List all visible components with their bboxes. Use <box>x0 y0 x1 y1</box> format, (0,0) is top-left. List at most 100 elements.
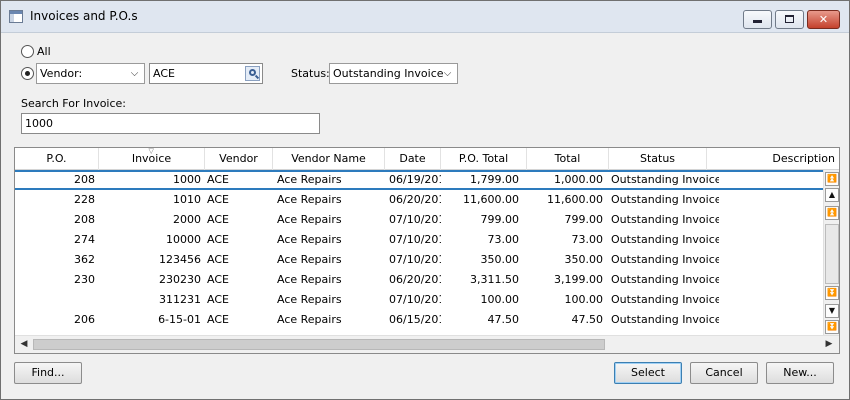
minimize-button[interactable] <box>743 10 772 29</box>
vendor-input-value: ACE <box>153 67 175 80</box>
cell-vendor: ACE <box>207 253 229 266</box>
cell-vendor-name: Ace Repairs <box>277 293 342 306</box>
scroll-right-icon[interactable]: ▶ <box>822 338 836 351</box>
new-button[interactable]: New... <box>766 362 834 384</box>
cell-date: 07/10/201 <box>389 213 441 226</box>
status-dropdown[interactable]: Outstanding Invoice ⌵ <box>329 63 458 84</box>
table-row[interactable]: 230 230230 ACE Ace Repairs 06/20/201 3,3… <box>15 270 823 290</box>
cell-vendor-name: Ace Repairs <box>277 273 342 286</box>
cell-po: 362 <box>74 253 95 266</box>
cell-po: 230 <box>74 273 95 286</box>
cell-invoice: 10000 <box>166 233 201 246</box>
scroll-left-icon[interactable]: ◀ <box>17 338 31 351</box>
column-header-date[interactable]: Date <box>385 148 441 170</box>
cell-invoice: 1000 <box>173 173 201 186</box>
vendor-mode-dropdown[interactable]: Vendor: ⌵ <box>36 63 145 84</box>
cell-vendor-name: Ace Repairs <box>277 233 342 246</box>
cell-total: 350.00 <box>564 253 604 266</box>
cell-po: 206 <box>74 313 95 326</box>
column-header-vendor-name[interactable]: Vendor Name <box>273 148 385 170</box>
scroll-up-button[interactable]: ▲ <box>825 188 839 202</box>
vendor-lookup-button[interactable] <box>245 66 260 81</box>
cell-po-total: 3,311.50 <box>470 273 519 286</box>
cell-po <box>15 290 99 310</box>
select-button[interactable]: Select <box>614 362 682 384</box>
cell-date: 06/19/201 <box>389 173 441 186</box>
chevron-down-icon: ⌵ <box>443 68 452 79</box>
cell-total: 3,199.00 <box>554 273 603 286</box>
cell-vendor-name: Ace Repairs <box>277 173 342 186</box>
table-row[interactable]: 208 1000 ACE Ace Repairs 06/19/201 1,799… <box>15 170 823 190</box>
cell-description <box>719 190 823 210</box>
cell-invoice: 230230 <box>159 273 201 286</box>
find-button[interactable]: Find... <box>14 362 82 384</box>
table-row[interactable]: 208 2000 ACE Ace Repairs 07/10/201 799.0… <box>15 210 823 230</box>
invoice-grid[interactable]: P.O. ▽ Invoice Vendor Vendor Name Date P… <box>14 147 840 354</box>
table-row[interactable]: 274 10000 ACE Ace Repairs 07/10/201 73.0… <box>15 230 823 250</box>
scroll-page-down-button[interactable]: ⏬ <box>825 286 839 300</box>
column-header-vendor[interactable]: Vendor <box>205 148 273 170</box>
maximize-button[interactable] <box>775 10 804 29</box>
cell-po-total: 47.50 <box>487 313 520 326</box>
column-header-description[interactable]: Description <box>707 148 839 170</box>
column-header-status[interactable]: Status <box>609 148 707 170</box>
table-row[interactable]: 206 6-15-01 ACE Ace Repairs 06/15/201 47… <box>15 310 823 330</box>
status-label: Status: <box>291 67 330 80</box>
all-label: All <box>37 45 51 58</box>
horizontal-scrollbar[interactable]: ◀ ▶ <box>15 335 839 353</box>
cell-po-total: 100.00 <box>480 293 520 306</box>
cell-po-total: 1,799.00 <box>470 173 519 186</box>
cell-vendor-name: Ace Repairs <box>277 253 342 266</box>
cell-po-total: 350.00 <box>480 253 520 266</box>
cancel-button[interactable]: Cancel <box>690 362 758 384</box>
cell-vendor: ACE <box>207 273 229 286</box>
cell-invoice: 6-15-01 <box>158 313 201 326</box>
cell-vendor-name: Ace Repairs <box>277 193 342 206</box>
vendor-radio[interactable] <box>21 67 34 80</box>
vendor-input[interactable]: ACE <box>149 63 263 84</box>
cell-total: 73.00 <box>571 233 604 246</box>
cell-date: 06/20/201 <box>389 193 441 206</box>
cell-po: 208 <box>74 213 95 226</box>
cell-date: 07/10/201 <box>389 253 441 266</box>
horizontal-scroll-thumb[interactable] <box>33 339 605 350</box>
search-invoice-input[interactable]: 1000 <box>21 113 320 134</box>
cell-status: Outstanding Invoice <box>611 233 719 246</box>
sort-descending-icon: ▽ <box>148 148 154 155</box>
cell-status: Outstanding Invoice <box>611 293 719 306</box>
close-button[interactable]: ✕ <box>807 10 840 29</box>
title-bar[interactable]: Invoices and P.O.s ✕ <box>1 1 849 33</box>
scroll-down-button[interactable]: ▼ <box>825 304 839 318</box>
cell-invoice: 2000 <box>173 213 201 226</box>
cell-vendor: ACE <box>207 193 229 206</box>
all-radio[interactable] <box>21 45 34 58</box>
table-row[interactable]: 228 1010 ACE Ace Repairs 06/20/201 11,60… <box>15 190 823 210</box>
vertical-scroll-thumb[interactable] <box>825 224 839 284</box>
scroll-last-button[interactable]: ⏬ <box>825 320 839 334</box>
cell-vendor: ACE <box>207 233 229 246</box>
column-header-po[interactable]: P.O. <box>15 148 99 170</box>
cell-status: Outstanding Invoice <box>611 273 719 286</box>
column-header-total[interactable]: Total <box>527 148 609 170</box>
cell-date: 06/20/201 <box>389 273 441 286</box>
vertical-scrollbar[interactable]: ⏫ ▲ ⏫ ⏬ ▼ ⏬ <box>823 170 839 335</box>
scroll-first-button[interactable]: ⏫ <box>825 172 839 186</box>
cell-vendor: ACE <box>207 173 229 186</box>
close-icon: ✕ <box>818 13 829 26</box>
grid-header: P.O. ▽ Invoice Vendor Vendor Name Date P… <box>15 148 839 170</box>
cell-invoice: 1010 <box>173 193 201 206</box>
vendor-mode-value: Vendor: <box>40 67 83 80</box>
cell-vendor: ACE <box>207 213 229 226</box>
cell-po-total: 73.00 <box>487 233 520 246</box>
scroll-page-up-button[interactable]: ⏫ <box>825 206 839 220</box>
column-header-invoice[interactable]: ▽ Invoice <box>99 148 205 170</box>
column-header-po-total[interactable]: P.O. Total <box>441 148 527 170</box>
cell-status: Outstanding Invoice <box>611 173 719 186</box>
cell-description <box>719 210 823 230</box>
cell-status: Outstanding Invoice <box>611 193 719 206</box>
table-row[interactable]: 362 123456 ACE Ace Repairs 07/10/201 350… <box>15 250 823 270</box>
cell-vendor-name: Ace Repairs <box>277 313 342 326</box>
cell-description <box>719 290 823 310</box>
cell-po: 228 <box>74 193 95 206</box>
table-row[interactable]: 311231 ACE Ace Repairs 07/10/201 100.00 … <box>15 290 823 310</box>
